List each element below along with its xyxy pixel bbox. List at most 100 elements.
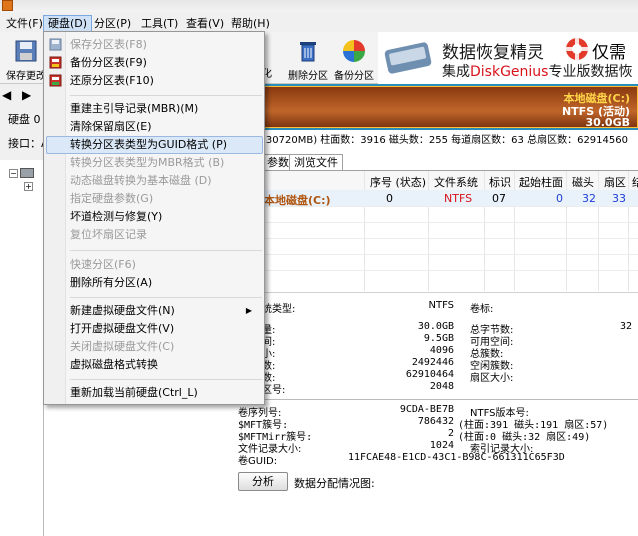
save-changes-label: 保存更改	[6, 71, 46, 82]
mft-cluster-value: 786432	[417, 416, 454, 427]
menu-tools[interactable]: 工具(T)	[137, 15, 182, 32]
volume-guid-value: 11FCAE48-E1CD-43C1-B98C-661311C65F3D	[348, 452, 565, 463]
menu-restore-partition-table[interactable]: 还原分区表(F10)	[70, 72, 260, 90]
menu-icon-gutter	[44, 32, 66, 404]
banner-title-text: 数据恢复精灵	[442, 43, 544, 63]
col-sector[interactable]: 扇区	[604, 174, 626, 190]
menu-save-partition-table[interactable]: 保存分区表(F8)	[70, 36, 260, 54]
banner-title: 数据恢复精灵	[442, 38, 544, 63]
file-record-size-value: 1024	[429, 440, 454, 451]
lifebuoy-icon	[565, 37, 589, 61]
details-divider	[238, 399, 638, 400]
disk-icon	[20, 168, 34, 178]
col-file-system[interactable]: 文件系统	[434, 174, 478, 190]
fs-type-label: 统类型:	[262, 304, 296, 315]
menu-partition[interactable]: 分区(P)	[90, 15, 135, 32]
detail-value: 30.0GB	[417, 321, 454, 332]
disk-tree	[0, 160, 44, 536]
backup-partition-icon	[343, 40, 365, 62]
menu-new-virtual-disk-label: 新建虚拟硬盘文件(N)	[70, 304, 175, 317]
backup-partition-button[interactable]: 备份分区	[330, 36, 378, 82]
menu-set-disk-parameters[interactable]: 指定硬盘参数(G)	[70, 190, 260, 208]
menu-new-virtual-disk[interactable]: 新建虚拟硬盘文件(N) ▶	[70, 302, 260, 320]
menu-rebuild-mbr[interactable]: 重建主引导记录(MBR)(M)	[70, 100, 260, 118]
backup-partition-label: 备份分区	[334, 71, 374, 82]
menu-view[interactable]: 查看(V)	[182, 15, 228, 32]
disk-geometry-text: (30720MB) 柱面数：3916 磁头数：255 每道扇区数：63 总扇区数…	[262, 135, 628, 146]
menu-delete-all-partitions[interactable]: 删除所有分区(A)	[70, 274, 260, 292]
forward-arrow-icon[interactable]: ▶	[22, 88, 31, 102]
column-divider	[514, 171, 515, 291]
menu-help[interactable]: 帮助(H)	[227, 15, 274, 32]
col-id[interactable]: 标识	[489, 174, 511, 190]
data-distribution-label: 数据分配情况图:	[294, 477, 375, 490]
detail-value: 2492446	[411, 357, 454, 368]
banner-title-suffix: 仅需	[592, 43, 626, 63]
menu-bad-sector-check[interactable]: 坏道检测与修复(Y)	[70, 208, 260, 226]
menu-disk[interactable]: 硬盘(D)	[43, 15, 93, 32]
column-divider	[428, 171, 429, 291]
column-divider	[566, 171, 567, 291]
row-divider	[262, 270, 638, 271]
menu-convert-to-mbr[interactable]: 转换分区表类型为MBR格式 (B)	[70, 154, 260, 172]
menu-backup-partition-table[interactable]: 备份分区表(F9)	[70, 54, 260, 72]
menu-reset-bad-sectors[interactable]: 复位坏扇区记录	[70, 226, 260, 244]
back-arrow-icon[interactable]: ◀	[2, 88, 11, 102]
col-index-status[interactable]: 序号 (状态)	[370, 174, 426, 190]
menu-file[interactable]: 文件(F)	[2, 15, 47, 32]
volume-label-label: 卷标:	[470, 304, 494, 315]
partition-block-size: 30.0GB	[585, 116, 630, 129]
row-start-cylinder: 0	[556, 192, 563, 205]
col-head[interactable]: 磁头	[572, 174, 594, 190]
total-bytes-value: 32	[620, 321, 633, 332]
row-head: 32	[582, 192, 596, 205]
sector-size-label: 扇区大小:	[470, 373, 514, 384]
analyze-button[interactable]: 分析	[238, 472, 288, 491]
menu-separator	[70, 379, 262, 380]
row-divider	[262, 238, 638, 239]
delete-partition-icon	[300, 42, 316, 62]
row-sector: 33	[612, 192, 626, 205]
row-id: 07	[492, 192, 506, 205]
row-index: 0	[386, 192, 393, 205]
column-divider	[484, 171, 485, 291]
row-file-system: NTFS	[444, 192, 473, 205]
detail-value: 4096	[429, 345, 454, 356]
menu-separator	[70, 95, 262, 96]
menu-dynamic-to-basic[interactable]: 动态磁盘转换为基本磁盘 (D)	[70, 172, 260, 190]
tree-expand-icon[interactable]: +	[24, 182, 33, 191]
menu-separator	[70, 250, 262, 251]
menu-quick-partition[interactable]: 快速分区(F6)	[70, 256, 260, 274]
serial-value: 9CDA-BE7B	[399, 404, 454, 415]
drive-graphic-icon	[384, 42, 432, 74]
banner-brand: DiskGenius	[470, 64, 549, 80]
delete-partition-button[interactable]: 删除分区	[284, 36, 332, 82]
save-partition-table-icon	[49, 38, 62, 51]
row-divider	[262, 206, 638, 207]
menu-clear-reserved-sectors[interactable]: 清除保留扇区(E)	[70, 118, 260, 136]
backup-partition-table-icon	[49, 56, 62, 69]
col-start-cylinder[interactable]: 起始柱面	[519, 174, 563, 190]
title-bar	[0, 0, 638, 12]
column-divider	[598, 171, 599, 291]
column-divider	[364, 171, 365, 291]
detail-label: 区号:	[262, 385, 286, 396]
mftmirr-cluster-value: 2	[447, 428, 454, 439]
volume-guid-label: 卷GUID:	[238, 456, 278, 467]
menu-close-virtual-disk[interactable]: 关闭虚拟硬盘文件(C)	[70, 338, 260, 356]
disk-label: 硬盘 0	[8, 113, 41, 126]
fs-type-value: NTFS	[428, 300, 454, 311]
menu-open-virtual-disk[interactable]: 打开虚拟硬盘文件(V)	[70, 320, 260, 338]
tree-collapse-icon[interactable]: −	[9, 169, 18, 178]
menu-convert-virtual-disk-format[interactable]: 虚拟磁盘格式转换	[70, 356, 260, 374]
menu-reload-current-disk[interactable]: 重新加载当前硬盘(Ctrl_L)	[70, 384, 260, 402]
banner-sub-suffix: 专业版数据恢	[548, 64, 633, 80]
menu-separator	[70, 297, 262, 298]
detail-value: 9.5GB	[423, 333, 454, 344]
tab-browse-files[interactable]: 浏览文件	[289, 154, 343, 171]
promo-banner[interactable]: 数据恢复精灵 仅需 集成DiskGenius专业版数据恢	[378, 32, 638, 84]
banner-sub-prefix: 集成	[442, 64, 470, 80]
col-end-cylinder[interactable]: 结	[632, 174, 638, 190]
menu-convert-to-guid[interactable]: 转换分区表类型为GUID格式 (P)	[70, 136, 260, 154]
row-divider	[262, 222, 638, 223]
